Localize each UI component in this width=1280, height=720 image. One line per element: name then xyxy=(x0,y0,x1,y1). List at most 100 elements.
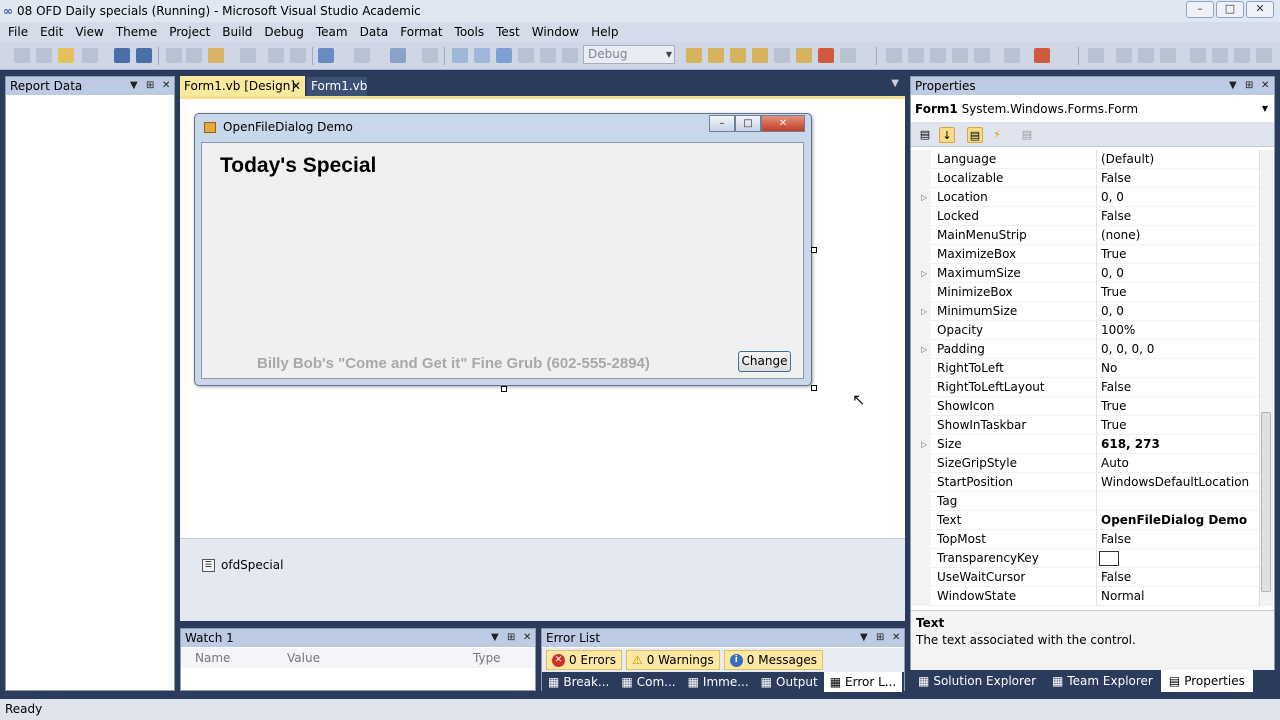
menu-format[interactable]: Format xyxy=(394,22,448,42)
tab-error-list[interactable]: ▦ Error L... xyxy=(823,672,903,692)
property-value[interactable]: False xyxy=(1100,169,1131,188)
property-row[interactable]: TopMost False xyxy=(911,530,1259,549)
object-browser-icon[interactable] xyxy=(730,48,746,63)
property-pages-icon[interactable]: ▤ xyxy=(1019,127,1035,143)
pin-icon[interactable]: ⊞ xyxy=(146,77,154,95)
menu-theme[interactable]: Theme xyxy=(110,22,163,42)
property-row[interactable]: MainMenuStrip (none) xyxy=(911,226,1259,245)
menu-view[interactable]: View xyxy=(69,22,109,42)
form-maximize-button[interactable]: □ xyxy=(735,115,761,132)
expand-arrow-icon[interactable]: ▷ xyxy=(921,340,927,359)
center-vertically-icon[interactable] xyxy=(1160,48,1176,63)
form-close-button[interactable]: ✕ xyxy=(761,115,805,132)
tools-icon[interactable] xyxy=(774,48,790,63)
step-over-icon[interactable] xyxy=(540,48,556,63)
menu-data[interactable]: Data xyxy=(354,22,395,42)
property-row[interactable]: ShowIcon True xyxy=(911,397,1259,416)
bring-to-front-icon[interactable] xyxy=(1034,48,1050,63)
property-row[interactable]: Tag xyxy=(911,492,1259,511)
dropdown-icon[interactable]: ▼ xyxy=(130,77,138,95)
menu-tools[interactable]: Tools xyxy=(449,22,491,42)
property-value[interactable]: Normal xyxy=(1100,587,1144,606)
property-row[interactable]: Locked False xyxy=(911,207,1259,226)
property-row[interactable]: Localizable False xyxy=(911,169,1259,188)
property-value[interactable]: 100% xyxy=(1100,321,1135,340)
property-row[interactable]: Opacity 100% xyxy=(911,321,1259,340)
resize-handle-corner[interactable] xyxy=(811,385,817,391)
tab-form-design[interactable]: Form1.vb [Design] ✕ xyxy=(180,76,305,96)
expand-arrow-icon[interactable]: ▷ xyxy=(921,435,927,454)
horizontal-spacing-icon[interactable] xyxy=(1088,48,1104,63)
tab-list-chevron-icon[interactable]: ▼ xyxy=(891,78,899,89)
warnings-filter-button[interactable]: ⚠ 0 Warnings xyxy=(625,650,720,670)
ofd-special-component[interactable]: ☰ ofdSpecial xyxy=(202,558,283,572)
property-value[interactable]: False xyxy=(1100,207,1131,226)
resize-handle-right[interactable] xyxy=(811,247,817,253)
property-row[interactable]: ▷ Location 0, 0 xyxy=(911,188,1259,207)
properties-window-icon[interactable] xyxy=(708,48,724,63)
scrollbar-thumb[interactable] xyxy=(1261,412,1271,592)
navigate-back-icon[interactable] xyxy=(390,48,406,63)
menu-project[interactable]: Project xyxy=(163,22,216,42)
alphabetical-icon[interactable]: ↓ xyxy=(939,127,955,143)
undo-icon[interactable] xyxy=(318,48,334,63)
property-value[interactable]: 0, 0, 0, 0 xyxy=(1100,340,1154,359)
stop-icon[interactable] xyxy=(496,48,512,63)
close-icon[interactable]: ✕ xyxy=(162,77,170,95)
solution-config-combo[interactable]: Debug ▼ xyxy=(583,45,675,64)
save-all-icon[interactable] xyxy=(136,48,152,63)
save-icon[interactable] xyxy=(114,48,130,63)
cut-icon[interactable] xyxy=(166,48,182,63)
property-value[interactable]: (none) xyxy=(1100,226,1140,245)
property-row[interactable]: Text OpenFileDialog Demo xyxy=(911,511,1259,530)
property-value[interactable]: WindowsDefaultLocation xyxy=(1100,473,1249,492)
todays-special-label[interactable]: Today's Special xyxy=(220,154,376,178)
close-tab-icon[interactable]: ✕ xyxy=(291,76,301,96)
tab-team-explorer[interactable]: ▦ Team Explorer xyxy=(1044,670,1161,692)
uncomment-icon[interactable] xyxy=(290,48,306,63)
add-item-icon[interactable] xyxy=(36,48,52,63)
property-value[interactable]: Auto xyxy=(1100,454,1129,473)
toolbox-icon[interactable] xyxy=(752,48,768,63)
property-row[interactable]: TransparencyKey xyxy=(911,549,1259,568)
tab-immediate[interactable]: ▦ Imme... xyxy=(682,672,755,692)
format-icon[interactable] xyxy=(1256,48,1272,63)
extension-icon[interactable] xyxy=(840,48,856,63)
expand-arrow-icon[interactable]: ▷ xyxy=(921,188,927,207)
menu-file[interactable]: File xyxy=(2,22,34,42)
property-value[interactable]: True xyxy=(1100,283,1127,302)
property-value[interactable]: False xyxy=(1100,530,1131,549)
tab-form-code[interactable]: Form1.vb xyxy=(307,77,367,96)
property-value[interactable]: No xyxy=(1100,359,1117,378)
expand-arrow-icon[interactable]: ▷ xyxy=(921,302,927,321)
tab-order-icon[interactable] xyxy=(1190,48,1206,63)
step-into-icon[interactable] xyxy=(518,48,534,63)
col-type[interactable]: Type xyxy=(473,651,501,665)
find-icon[interactable] xyxy=(240,48,256,63)
form-minimize-button[interactable]: – xyxy=(709,115,735,132)
menu-test[interactable]: Test xyxy=(490,22,526,42)
menu-debug[interactable]: Debug xyxy=(258,22,309,42)
messages-filter-button[interactable]: i0 Messages xyxy=(723,650,824,670)
property-value[interactable]: 0, 0 xyxy=(1100,188,1124,207)
change-button[interactable]: Change xyxy=(738,351,791,372)
categorized-icon[interactable]: ▤ xyxy=(917,127,933,143)
property-row[interactable]: ShowInTaskbar True xyxy=(911,416,1259,435)
lock-controls-icon[interactable] xyxy=(1212,48,1228,63)
property-row[interactable]: UseWaitCursor False xyxy=(911,568,1259,587)
align-left-icon[interactable] xyxy=(886,48,902,63)
col-value[interactable]: Value xyxy=(287,651,320,665)
navigate-forward-icon[interactable] xyxy=(422,48,438,63)
new-item-icon[interactable] xyxy=(14,48,30,63)
dropdown-icon[interactable]: ▼ xyxy=(491,629,499,647)
property-row[interactable]: RightToLeftLayout False xyxy=(911,378,1259,397)
color-swatch[interactable] xyxy=(1099,551,1119,566)
pin-icon[interactable]: ⊞ xyxy=(507,629,515,647)
redo-icon[interactable] xyxy=(354,48,370,63)
close-button[interactable]: ✕ xyxy=(1246,1,1274,18)
close-icon[interactable]: ✕ xyxy=(1261,77,1269,95)
copy-icon[interactable] xyxy=(186,48,202,63)
add-new-item-icon[interactable] xyxy=(82,48,98,63)
make-same-size-icon[interactable] xyxy=(1004,48,1020,63)
tab-breakpoints[interactable]: ▦ Break... xyxy=(542,672,615,692)
